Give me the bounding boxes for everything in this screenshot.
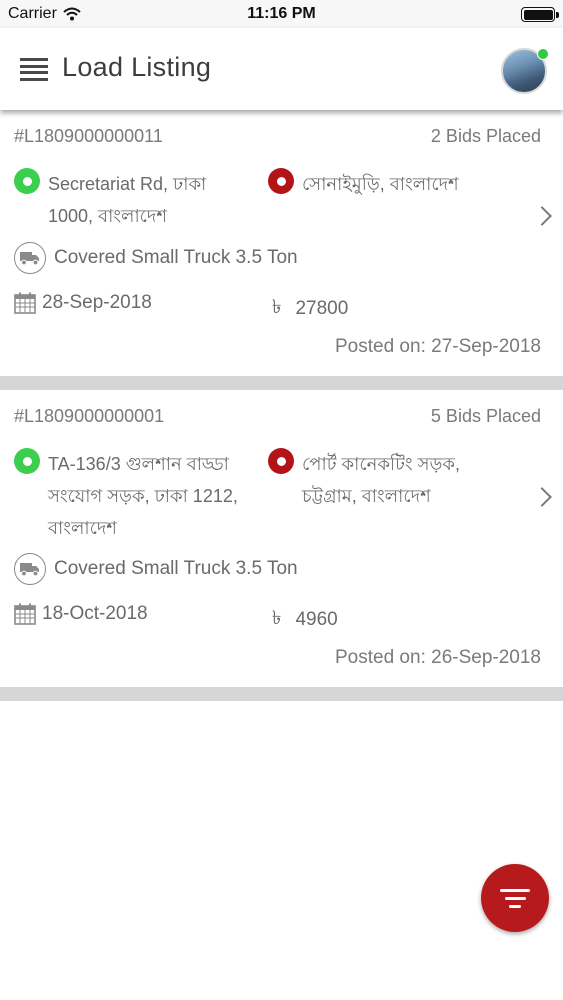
filter-icon <box>500 888 530 892</box>
address-line: TA-136/3 গুলশান বাড্ডা <box>48 454 229 474</box>
load-price: ৳ 27800 <box>272 293 348 325</box>
address-line: 1000, বাংলাদেশ <box>48 206 168 226</box>
chevron-right-icon[interactable] <box>532 206 552 226</box>
bids-count: 2 Bids Placed <box>430 126 541 146</box>
status-bar: Carrier 11:16 PM <box>0 0 563 28</box>
page-title: Load Listing <box>62 52 212 82</box>
map-pin-green-icon <box>14 168 40 194</box>
vehicle-type: Covered Small Truck 3.5 Ton <box>14 242 298 274</box>
chevron-right-icon[interactable] <box>532 487 552 507</box>
calendar-icon <box>14 603 36 625</box>
vehicle-type: Covered Small Truck 3.5 Ton <box>14 553 298 585</box>
pickup-address: TA-136/3 গুলশান বাড্ডা সংযোগ সড়ক, ঢাকা … <box>48 448 238 544</box>
dropoff-address: সোনাইমুড়ি, বাংলাদেশ <box>302 168 459 200</box>
currency-symbol: ৳ <box>272 297 282 318</box>
load-price: ৳ 4960 <box>272 604 338 636</box>
address-line: চট্টগ্রাম, বাংলাদেশ <box>302 486 431 506</box>
app-header: Load Listing <box>0 28 563 110</box>
pickup-location: Secretariat Rd, ঢাকা 1000, বাংলাদেশ <box>14 168 254 232</box>
bids-count: 5 Bids Placed <box>430 406 541 426</box>
card-separator <box>0 687 563 701</box>
load-date: 28-Sep-2018 <box>14 292 152 314</box>
posted-date: Posted on: 27-Sep-2018 <box>335 336 541 357</box>
online-status-dot <box>537 48 549 60</box>
address-line: পোর্ট কানেকটিং সড়ক, <box>302 454 460 474</box>
map-pin-red-icon <box>268 168 294 194</box>
hamburger-icon[interactable] <box>20 58 48 81</box>
calendar-icon <box>14 292 36 314</box>
load-id: #L1809000000011 <box>14 126 163 146</box>
price-value: 27800 <box>295 298 349 319</box>
address-line: Secretariat Rd, ঢাকা <box>48 174 207 194</box>
dropoff-location: সোনাইমুড়ি, বাংলাদেশ <box>268 168 518 200</box>
dropoff-location: পোর্ট কানেকটিং সড়ক, চট্টগ্রাম, বাংলাদেশ <box>268 448 518 512</box>
vehicle-label: Covered Small Truck 3.5 Ton <box>54 558 298 579</box>
posted-date: Posted on: 26-Sep-2018 <box>335 647 541 668</box>
price-value: 4960 <box>295 609 338 630</box>
currency-symbol: ৳ <box>272 608 282 629</box>
vehicle-label: Covered Small Truck 3.5 Ton <box>54 247 298 268</box>
date-value: 18-Oct-2018 <box>42 603 148 624</box>
filter-button[interactable] <box>481 864 549 932</box>
load-card[interactable]: #L1809000000011 2 Bids Placed Secretaria… <box>0 110 563 376</box>
address-line: সোনাইমুড়ি, বাংলাদেশ <box>302 174 459 194</box>
truck-icon <box>14 553 46 585</box>
date-value: 28-Sep-2018 <box>42 292 152 313</box>
load-card[interactable]: #L1809000000001 5 Bids Placed TA-136/3 গ… <box>0 390 563 687</box>
card-separator <box>0 376 563 390</box>
map-pin-red-icon <box>268 448 294 474</box>
address-line: বাংলাদেশ <box>48 518 117 538</box>
pickup-location: TA-136/3 গুলশান বাড্ডা সংযোগ সড়ক, ঢাকা … <box>14 448 254 544</box>
dropoff-address: পোর্ট কানেকটিং সড়ক, চট্টগ্রাম, বাংলাদেশ <box>302 448 460 512</box>
truck-icon <box>14 242 46 274</box>
load-id: #L1809000000001 <box>14 406 165 426</box>
load-list: #L1809000000011 2 Bids Placed Secretaria… <box>0 110 563 701</box>
pickup-address: Secretariat Rd, ঢাকা 1000, বাংলাদেশ <box>48 168 206 232</box>
status-time: 11:16 PM <box>247 5 316 22</box>
battery-icon <box>521 7 559 22</box>
address-line: সংযোগ সড়ক, ঢাকা 1212, <box>48 486 238 506</box>
load-date: 18-Oct-2018 <box>14 603 148 625</box>
map-pin-green-icon <box>14 448 40 474</box>
